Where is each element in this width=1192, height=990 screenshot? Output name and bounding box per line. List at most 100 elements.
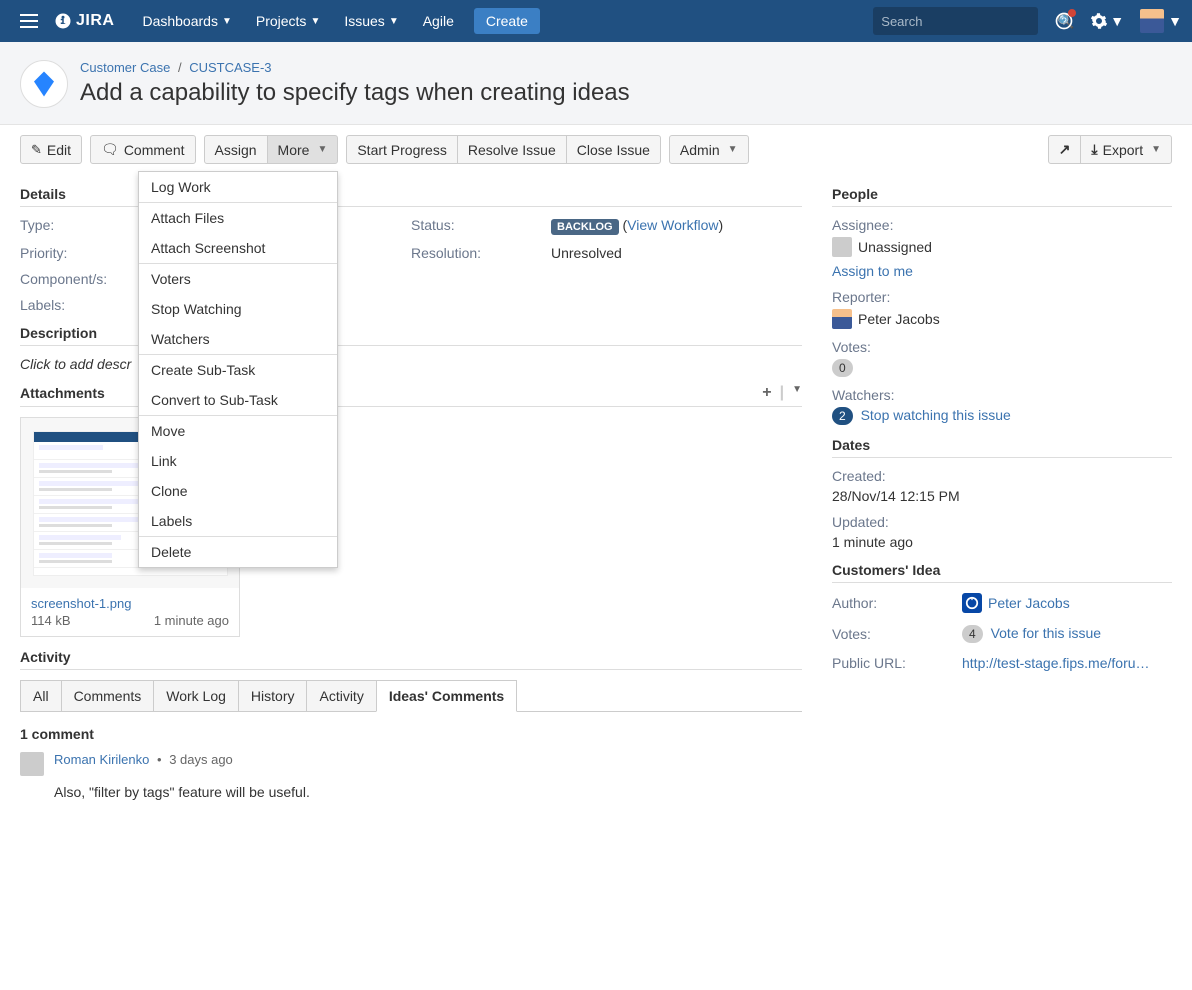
user-menu[interactable]: ▼ (1140, 9, 1182, 33)
tab-comments[interactable]: Comments (61, 680, 155, 712)
created-label: Created: (832, 468, 1172, 484)
menu-watchers[interactable]: Watchers (139, 324, 337, 354)
share-button[interactable] (1048, 135, 1082, 164)
idea-url-label: Public URL: (832, 655, 962, 671)
jira-logo-icon (54, 12, 72, 30)
comment-author[interactable]: Roman Kirilenko (54, 752, 149, 767)
resolution-label: Resolution: (411, 245, 551, 261)
start-progress-button[interactable]: Start Progress (346, 135, 457, 164)
votes-label: Votes: (832, 339, 1172, 355)
settings-icon[interactable]: ▼ (1090, 12, 1124, 30)
menu-attach-screenshot[interactable]: Attach Screenshot (139, 233, 337, 263)
menu-delete[interactable]: Delete (139, 537, 337, 567)
attachment-time: 1 minute ago (154, 613, 229, 628)
status-badge: BACKLOG (551, 219, 619, 235)
watchers-label: Watchers: (832, 387, 1172, 403)
jira-logo[interactable]: JIRA (54, 12, 114, 30)
resolution-value: Unresolved (551, 245, 802, 261)
nav-agile[interactable]: Agile (411, 0, 466, 42)
more-button[interactable]: More▼ (267, 135, 339, 164)
edit-button[interactable]: Edit (20, 135, 82, 164)
view-workflow-link[interactable]: View Workflow (627, 217, 718, 233)
assignee-value: Unassigned (858, 239, 932, 255)
issue-header: Customer Case / CUSTCASE-3 Add a capabil… (0, 42, 1192, 125)
top-nav: JIRA Dashboards▼ Projects▼ Issues▼ Agile… (0, 0, 1192, 42)
export-icon (1091, 141, 1097, 158)
more-dropdown: Log Work Attach Files Attach Screenshot … (138, 171, 338, 568)
status-label: Status: (411, 217, 551, 235)
activity-tabs: All Comments Work Log History Activity I… (20, 680, 802, 712)
pencil-icon (31, 141, 42, 158)
admin-button[interactable]: Admin▼ (669, 135, 749, 164)
nav-projects[interactable]: Projects▼ (244, 0, 332, 42)
updated-value: 1 minute ago (832, 534, 913, 550)
create-button[interactable]: Create (474, 8, 540, 34)
reporter-label: Reporter: (832, 289, 1172, 305)
people-header: People (832, 186, 1172, 207)
add-attachment-icon[interactable]: + (762, 384, 771, 402)
menu-stop-watching[interactable]: Stop Watching (139, 294, 337, 324)
menu-convert-subtask[interactable]: Convert to Sub-Task (139, 385, 337, 415)
attachment-options-icon[interactable]: ▼ (792, 384, 802, 402)
search-input[interactable] (881, 14, 1057, 29)
breadcrumb: Customer Case / CUSTCASE-3 (80, 60, 630, 75)
attachment-filename[interactable]: screenshot-1.png (31, 596, 229, 611)
tab-activity[interactable]: Activity (306, 680, 376, 712)
idea-votes-badge: 4 (962, 625, 983, 643)
help-icon[interactable]: ? (1054, 11, 1074, 31)
tab-history[interactable]: History (238, 680, 308, 712)
menu-voters[interactable]: Voters (139, 264, 337, 294)
comment-body: Also, "filter by tags" feature will be u… (54, 784, 802, 800)
reporter-avatar-icon (832, 309, 852, 329)
comment-icon: 🗨 (101, 141, 119, 158)
comment-row: Roman Kirilenko • 3 days ago (20, 752, 802, 776)
idea-author-value[interactable]: Peter Jacobs (988, 595, 1070, 611)
comment-avatar-icon (20, 752, 44, 776)
breadcrumb-project[interactable]: Customer Case (80, 60, 170, 75)
created-value: 28/Nov/14 12:15 PM (832, 488, 960, 504)
idea-vote-link[interactable]: Vote for this issue (991, 625, 1102, 641)
activity-header: Activity (20, 649, 802, 670)
resolve-issue-button[interactable]: Resolve Issue (457, 135, 567, 164)
assignee-label: Assignee: (832, 217, 1172, 233)
hamburger-icon[interactable] (20, 9, 44, 33)
user-avatar-icon (1140, 9, 1164, 33)
menu-attach-files[interactable]: Attach Files (139, 203, 337, 233)
stop-watching-link[interactable]: Stop watching this issue (861, 407, 1011, 423)
assignee-avatar-icon (832, 237, 852, 257)
customers-idea-header: Customers' Idea (832, 562, 1172, 583)
menu-link[interactable]: Link (139, 446, 337, 476)
idea-url-value[interactable]: http://test-stage.fips.me/foru… (962, 655, 1152, 671)
comment-button[interactable]: 🗨Comment (90, 135, 195, 164)
comment-time: 3 days ago (169, 752, 233, 767)
tab-all[interactable]: All (20, 680, 62, 712)
watchers-badge: 2 (832, 407, 853, 425)
votes-badge: 0 (832, 359, 853, 377)
search-box[interactable]: 🔍 (873, 7, 1038, 35)
idea-votes-label: Votes: (832, 626, 962, 642)
attachments-header: Attachments (20, 385, 105, 401)
tab-worklog[interactable]: Work Log (153, 680, 239, 712)
idea-author-icon (962, 593, 982, 613)
assign-button[interactable]: Assign (204, 135, 268, 164)
menu-log-work[interactable]: Log Work (139, 172, 337, 202)
tab-ideas-comments[interactable]: Ideas' Comments (376, 680, 517, 712)
toolbar: Edit 🗨Comment Assign More▼ Start Progres… (0, 125, 1192, 174)
menu-labels[interactable]: Labels (139, 506, 337, 536)
close-issue-button[interactable]: Close Issue (566, 135, 661, 164)
dates-header: Dates (832, 437, 1172, 458)
nav-issues[interactable]: Issues▼ (332, 0, 410, 42)
menu-clone[interactable]: Clone (139, 476, 337, 506)
share-icon (1059, 141, 1071, 158)
assign-to-me-link[interactable]: Assign to me (832, 263, 913, 279)
nav-dashboards[interactable]: Dashboards▼ (130, 0, 243, 42)
project-avatar-icon (20, 60, 68, 108)
export-button[interactable]: Export▼ (1080, 135, 1172, 164)
breadcrumb-issue-key[interactable]: CUSTCASE-3 (189, 60, 271, 75)
menu-create-subtask[interactable]: Create Sub-Task (139, 355, 337, 385)
comment-count: 1 comment (20, 726, 802, 742)
issue-title: Add a capability to specify tags when cr… (80, 79, 630, 107)
svg-text:?: ? (1062, 16, 1068, 27)
updated-label: Updated: (832, 514, 1172, 530)
menu-move[interactable]: Move (139, 416, 337, 446)
